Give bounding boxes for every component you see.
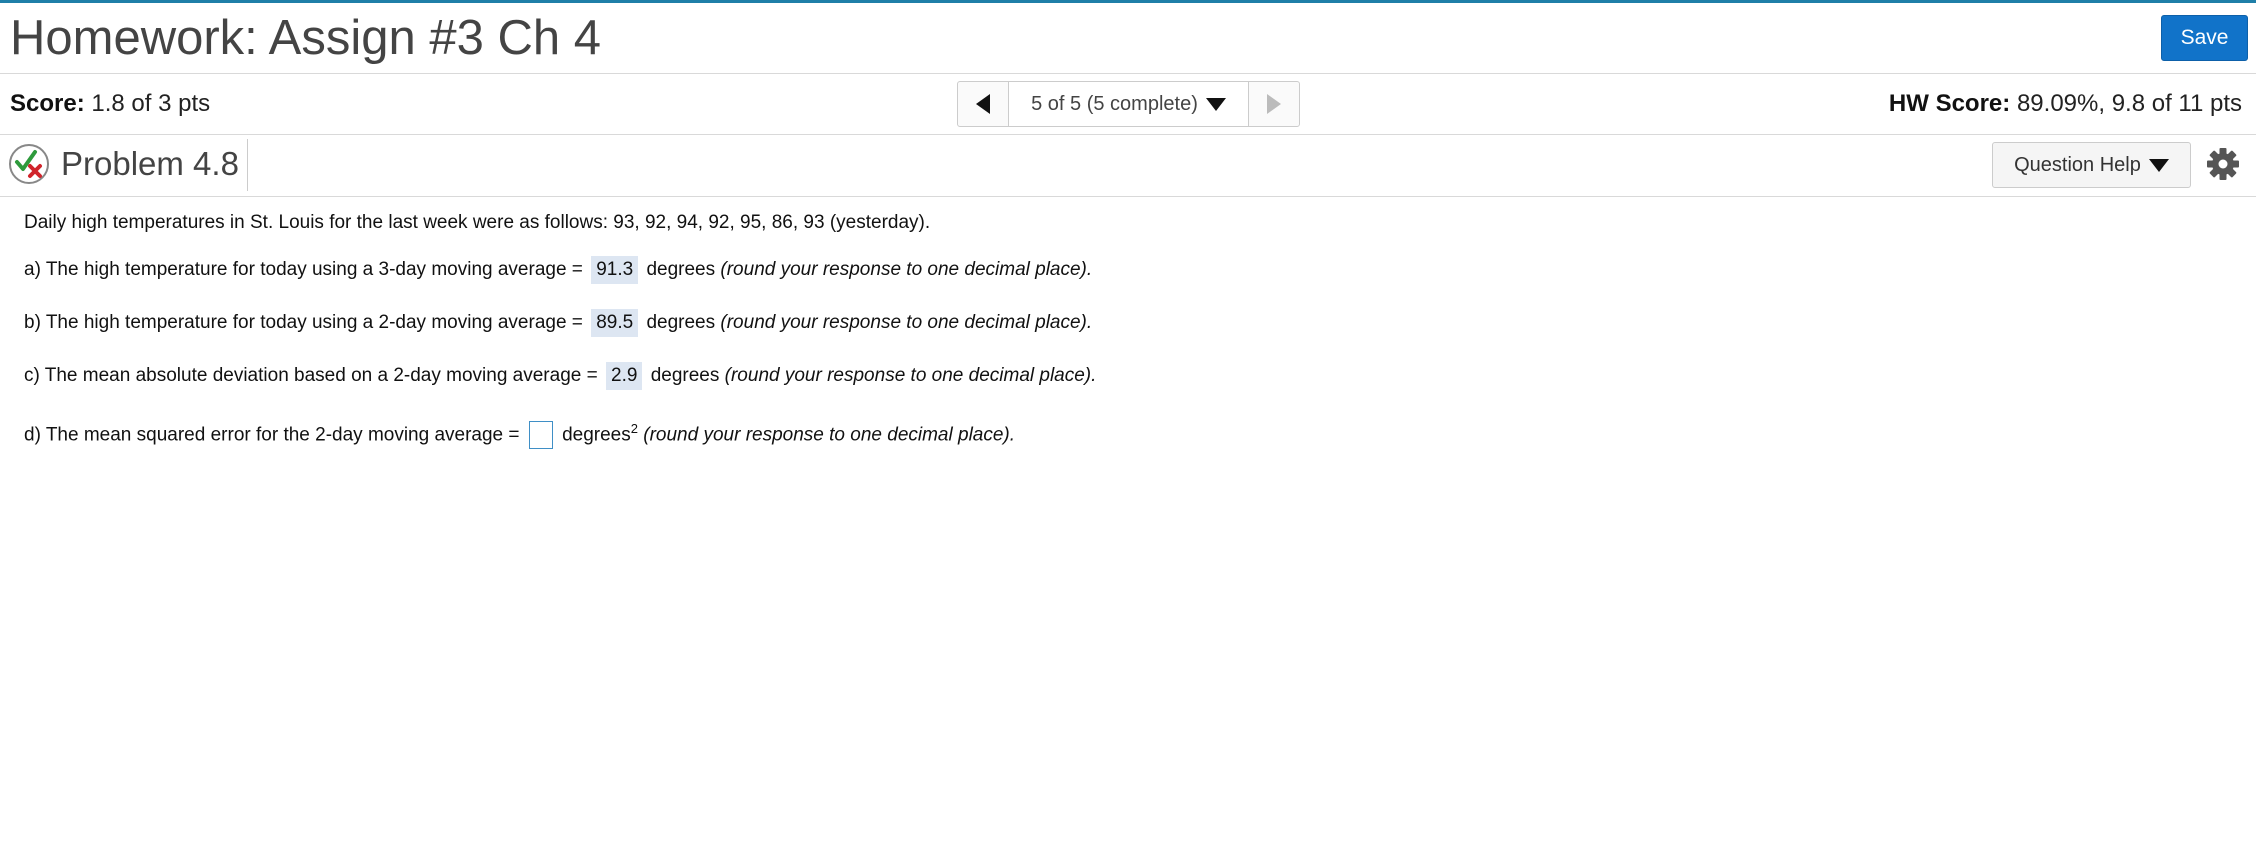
part-c-prompt: c) The mean absolute deviation based on … (24, 365, 598, 386)
part-b-answer[interactable]: 89.5 (591, 309, 639, 337)
part-c-answer[interactable]: 2.9 (606, 362, 643, 390)
problem-intro: Daily high temperatures in St. Louis for… (24, 212, 931, 233)
page-title: Homework: Assign #3 Ch 4 (10, 11, 601, 65)
part-a: a) The high temperature for today using … (24, 255, 1092, 285)
part-c-unit: degrees (650, 365, 720, 386)
part-d-prompt: d) The mean squared error for the 2-day … (24, 424, 520, 446)
gear-icon[interactable] (2206, 147, 2240, 181)
part-a-unit: degrees (646, 259, 716, 280)
hw-score-value: 89.09%, 9.8 of 11 pts (2016, 90, 2242, 117)
triangle-left-icon (976, 94, 990, 114)
hw-score: HW Score: 89.09%, 9.8 of 11 pts (1889, 90, 2242, 118)
previous-question-button[interactable] (958, 82, 1009, 126)
hw-score-label: HW Score: (1888, 90, 2011, 117)
part-b-prompt: b) The high temperature for today using … (24, 312, 583, 333)
part-c: c) The mean absolute deviation based on … (24, 361, 1096, 391)
part-a-hint: (round your response to one decimal plac… (720, 259, 1093, 280)
caret-down-icon (2148, 158, 2169, 172)
triangle-right-icon (1267, 94, 1281, 114)
part-a-answer[interactable]: 91.3 (591, 256, 639, 284)
caret-down-icon (1205, 97, 1226, 111)
part-b-unit: degrees (646, 312, 716, 333)
page-header: Homework: Assign #3 Ch 4 Save (0, 3, 2256, 74)
next-question-button[interactable] (1248, 82, 1299, 126)
score-label: Score: (10, 90, 85, 117)
problem-title: Problem 4.8 (61, 145, 239, 182)
question-navigator: 5 of 5 (5 complete) (957, 81, 1300, 127)
part-c-hint: (round your response to one decimal plac… (724, 365, 1097, 386)
part-d-answer-input[interactable] (528, 421, 553, 450)
score-value: 1.8 of 3 pts (91, 90, 211, 117)
question-help-label: Question Help (2014, 153, 2141, 176)
divider (247, 139, 248, 191)
score: Score: 1.8 of 3 pts (10, 90, 210, 118)
part-d: d) The mean squared error for the 2-day … (24, 414, 1015, 450)
question-help-button[interactable]: Question Help (1992, 142, 2191, 188)
part-d-unit: degrees (562, 424, 631, 446)
question-select-dropdown[interactable]: 5 of 5 (5 complete) (1009, 82, 1248, 126)
score-bar: Score: 1.8 of 3 pts 5 of 5 (5 complete) … (0, 74, 2256, 135)
partial-correct-icon (9, 144, 49, 184)
part-d-unit-exponent: 2 (630, 421, 638, 436)
question-status-text: 5 of 5 (5 complete) (1031, 92, 1198, 115)
part-a-prompt: a) The high temperature for today using … (24, 259, 583, 280)
part-d-hint: (round your response to one decimal plac… (643, 424, 1016, 446)
part-b-hint: (round your response to one decimal plac… (720, 312, 1093, 333)
part-b: b) The high temperature for today using … (24, 308, 1092, 338)
problem-bar: Problem 4.8 Question Help (0, 135, 2256, 197)
save-button[interactable]: Save (2161, 15, 2248, 61)
